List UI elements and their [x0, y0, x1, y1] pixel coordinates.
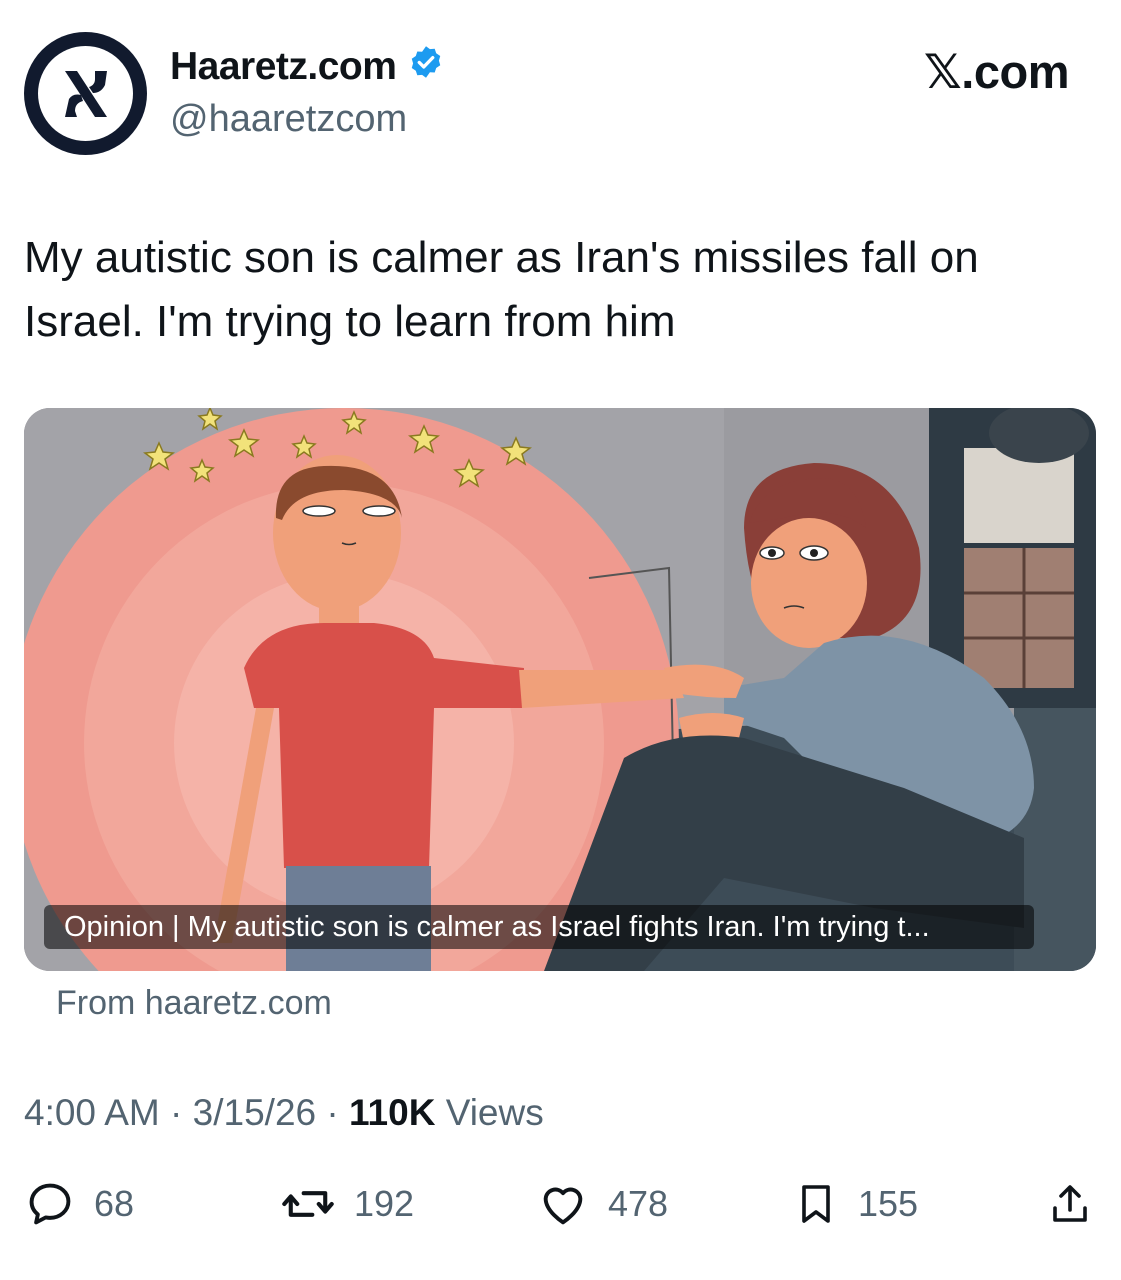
like-button[interactable]: 478: [536, 1176, 668, 1232]
bookmark-count: 155: [858, 1183, 919, 1224]
verified-badge-icon: [408, 44, 444, 90]
views-count: 110K: [349, 1092, 436, 1133]
share-button[interactable]: [1046, 1176, 1094, 1232]
article-illustration: [24, 408, 1096, 971]
card-source[interactable]: From haaretz.com: [56, 984, 332, 1023]
avatar[interactable]: [24, 32, 147, 155]
tweet-text: My autistic son is calmer as Iran's miss…: [24, 233, 979, 346]
haaretz-logo-icon: [38, 46, 133, 141]
repost-button[interactable]: 192: [280, 1176, 414, 1232]
views-label: Views: [435, 1092, 544, 1133]
share-icon: [1053, 1185, 1087, 1222]
meta-separator: ·: [316, 1092, 349, 1133]
tweet-time[interactable]: 4:00 AM: [24, 1092, 160, 1133]
tweet-date[interactable]: 3/15/26: [193, 1092, 316, 1133]
action-bar: 68 192 478 155: [0, 1176, 1121, 1236]
display-name[interactable]: Haaretz.com: [170, 44, 444, 90]
reply-button[interactable]: 68: [24, 1176, 134, 1232]
account-handle[interactable]: @haaretzcom: [170, 98, 407, 141]
heart-icon: [543, 1187, 583, 1225]
bookmark-button[interactable]: 155: [792, 1176, 918, 1232]
like-count: 478: [608, 1183, 669, 1224]
card-caption: Opinion | My autistic son is calmer as I…: [44, 905, 1034, 949]
meta-separator: ·: [159, 1092, 193, 1133]
reply-icon: [29, 1183, 71, 1225]
x-logo-watermark: 𝕏.com: [923, 45, 1070, 98]
tweet-meta: 4:00 AM · 3/15/26 · 110K Views: [24, 1092, 544, 1134]
reply-count: 68: [94, 1183, 135, 1224]
bookmark-icon: [802, 1185, 830, 1223]
repost-count: 192: [354, 1183, 415, 1224]
display-name-text[interactable]: Haaretz.com: [170, 45, 397, 89]
link-card[interactable]: Opinion | My autistic son is calmer as I…: [24, 408, 1096, 971]
repost-icon: [282, 1191, 334, 1217]
